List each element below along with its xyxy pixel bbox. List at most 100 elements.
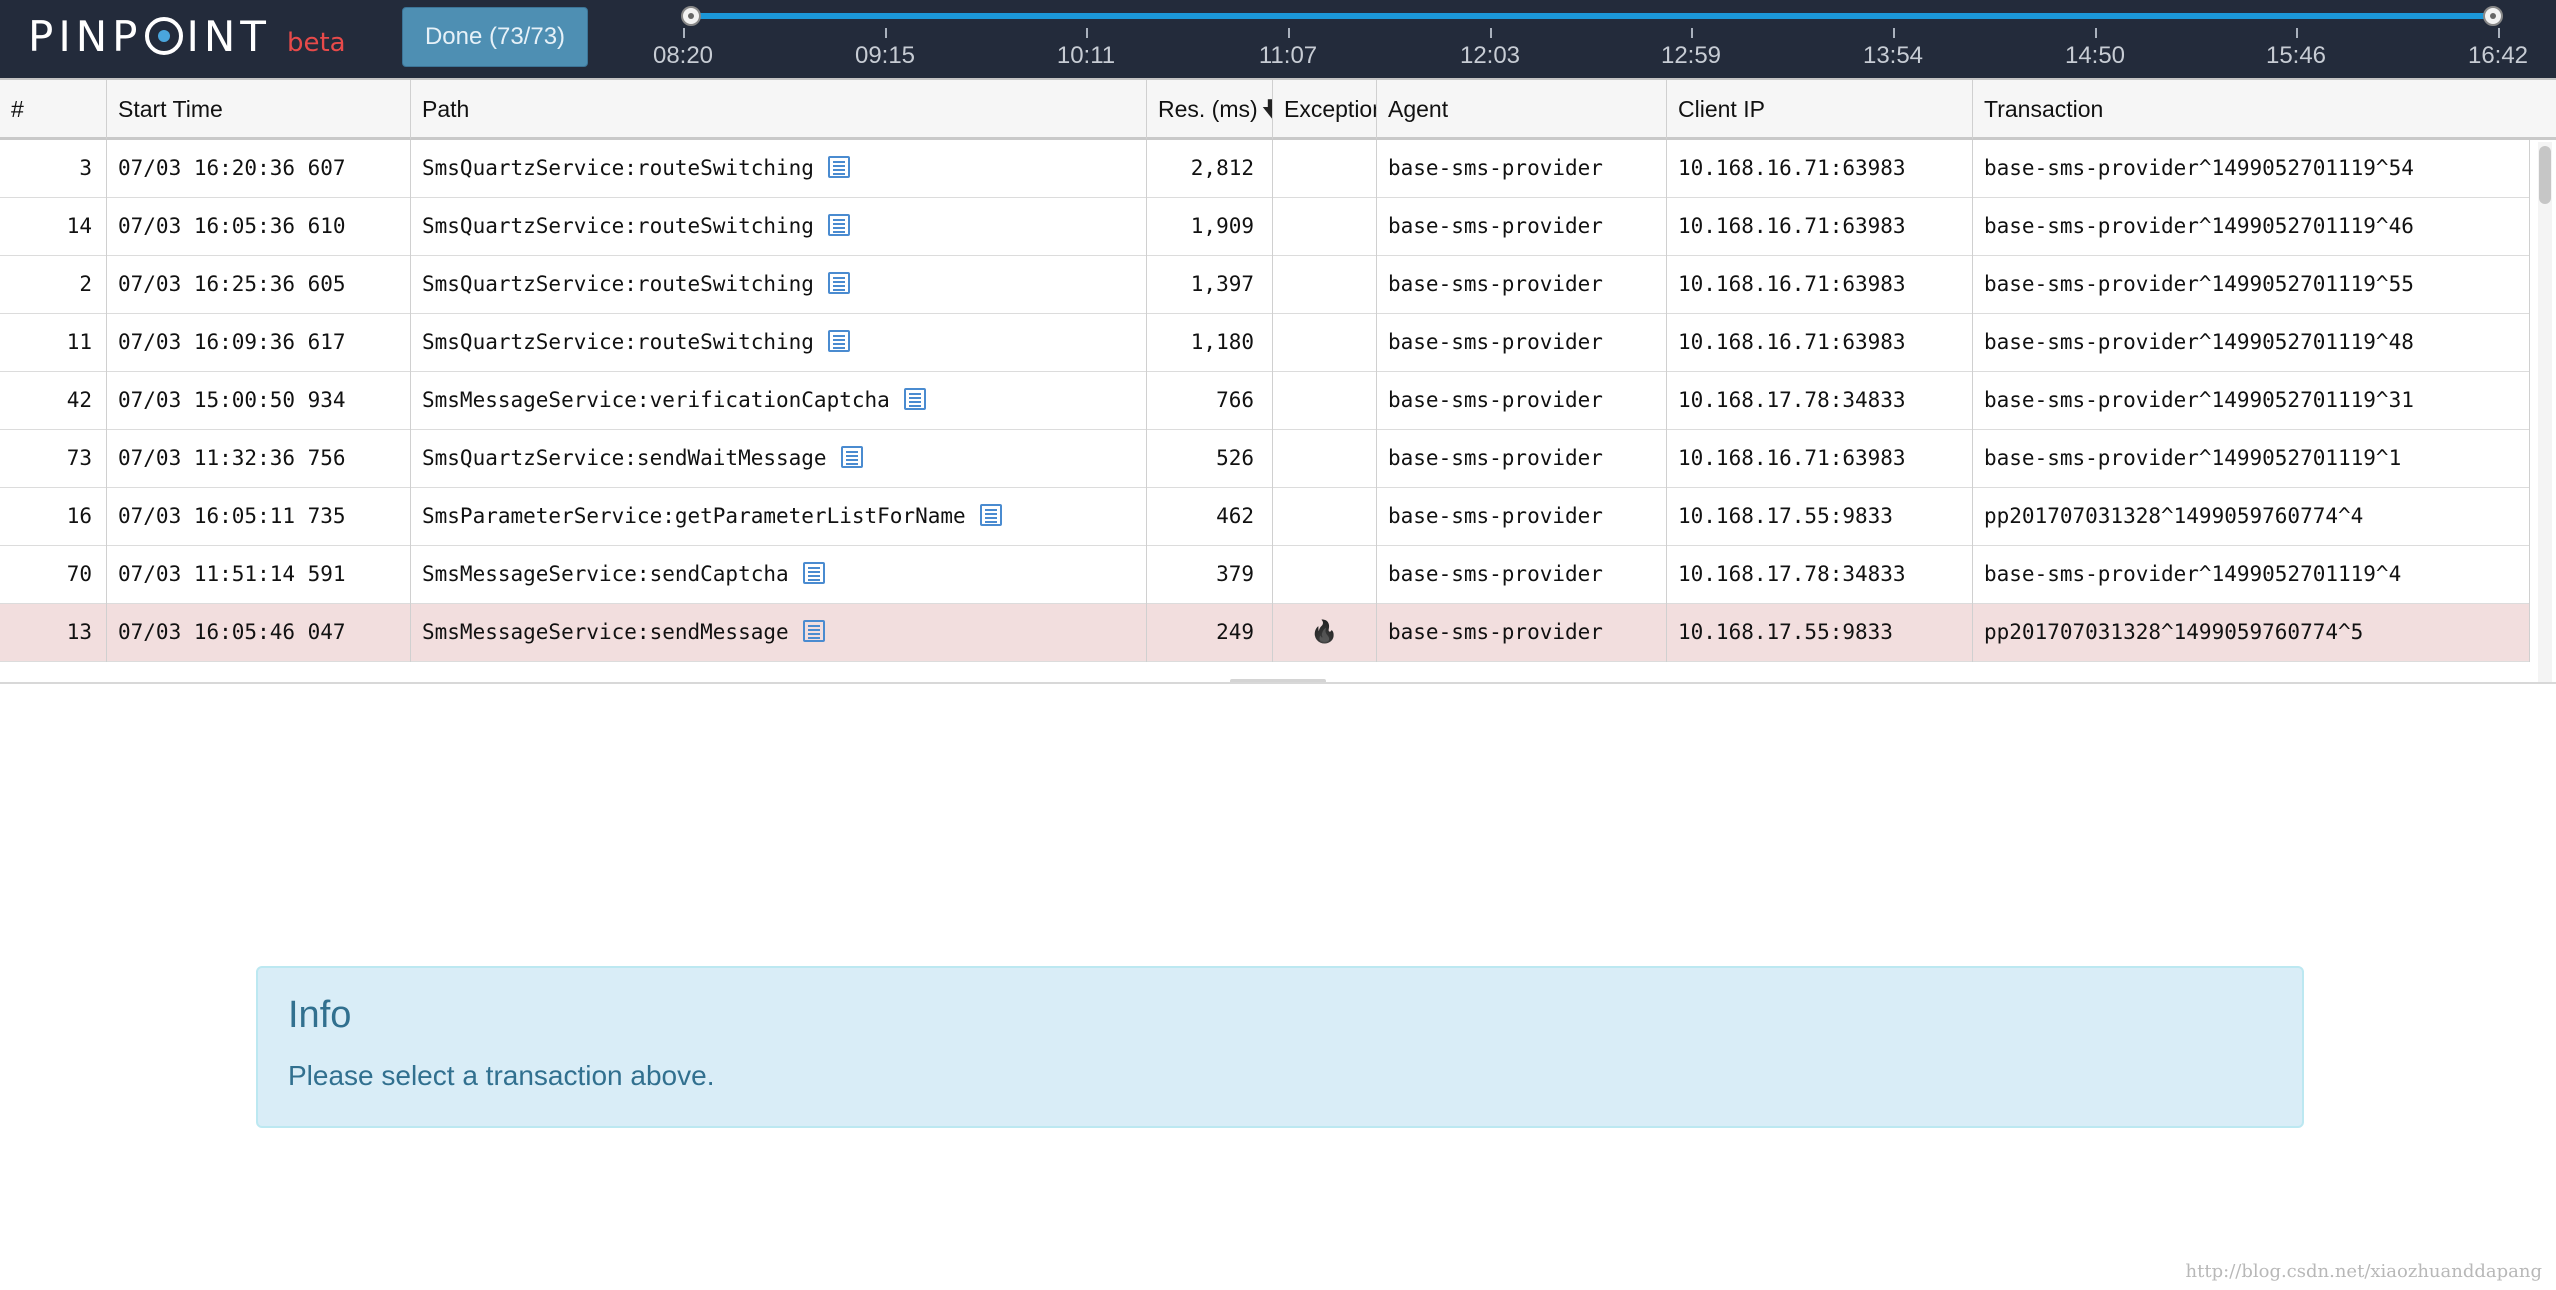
timeline-label: 16:42 [2467,42,2529,69]
cell-agent: base-sms-provider [1377,198,1667,256]
table-row[interactable]: 70 07/03 11:51:14 591 SmsMessageService:se… [0,546,2530,604]
transaction-grid: # Start Time Path Res. (ms)🡇 Exception A… [0,78,2556,684]
column-header-index[interactable]: # [0,80,107,139]
table-row[interactable]: 42 07/03 15:00:50 934 SmsMessageService:ve… [0,372,2530,430]
cell-response-time: 1,397 [1147,256,1273,314]
cell-start-time: 07/03 16:05:36 610 [107,198,411,256]
cell-start-time: 07/03 16:25:36 605 [107,256,411,314]
cell-transaction: base-sms-provider^1499052701119^1 [1973,430,2530,488]
cell-exception [1273,256,1377,314]
watermark: http://blog.csdn.net/xiaozhuanddapang [2185,1261,2542,1282]
column-header-exception[interactable]: Exception [1273,80,1377,139]
column-header-agent[interactable]: Agent [1377,80,1667,139]
time-range-track[interactable] [683,13,2501,19]
column-header-response-time[interactable]: Res. (ms)🡇 [1147,80,1273,139]
cell-agent: base-sms-provider [1377,372,1667,430]
path-text: SmsQuartzService:routeSwitching [422,330,814,354]
path-text: SmsQuartzService:routeSwitching [422,272,814,296]
cell-response-time: 766 [1147,372,1273,430]
pinpoint-logo[interactable]: PINP INT beta [28,12,346,62]
call-stack-list-icon[interactable] [827,272,850,294]
cell-transaction: base-sms-provider^1499052701119^4 [1973,546,2530,604]
call-stack-list-icon[interactable] [827,156,850,178]
cell-index: 14 [0,198,107,256]
column-header-transaction[interactable]: Transaction [1973,80,2530,139]
cell-index: 16 [0,488,107,546]
exception-fire-icon[interactable]: 🔥 [1311,605,1338,661]
cell-agent: base-sms-provider [1377,314,1667,372]
cell-index: 70 [0,546,107,604]
timeline-label: 08:20 [652,42,714,69]
cell-response-time: 249 [1147,604,1273,662]
time-range-slider[interactable]: 08:20 09:15 10:11 11:07 12:03 12:59 13:54 14:50… [653,0,2528,78]
cell-response-time: 1,180 [1147,314,1273,372]
table-row[interactable]: 11 07/03 16:09:36 617 SmsQuartzService:rou… [0,314,2530,372]
range-end-handle[interactable] [2483,6,2503,26]
cell-path: SmsMessageService:sendMessage [411,604,1147,662]
timeline-label: 10:11 [1056,42,1116,69]
cell-path: SmsMessageService:sendCaptcha [411,546,1147,604]
pane-resize-handle[interactable] [1230,679,1326,682]
table-row[interactable]: 3 07/03 16:20:36 607 SmsQuartzService:rout… [0,140,2530,198]
cell-client-ip: 10.168.16.71:63983 [1667,430,1973,488]
timeline-tick [885,28,887,38]
cell-client-ip: 10.168.17.55:9833 [1667,604,1973,662]
table-row[interactable]: 16 07/03 16:05:11 735 SmsParameterService:… [0,488,2530,546]
cell-client-ip: 10.168.16.71:63983 [1667,198,1973,256]
cell-transaction: base-sms-provider^1499052701119^54 [1973,140,2530,198]
cell-start-time: 07/03 15:00:50 934 [107,372,411,430]
timeline-tick [2498,28,2500,38]
cell-transaction: base-sms-provider^1499052701119^55 [1973,256,2530,314]
range-start-handle[interactable] [681,6,701,26]
path-text: SmsParameterService:getParameterListForN… [422,504,966,528]
call-stack-list-icon[interactable] [802,620,825,642]
path-text: SmsQuartzService:routeSwitching [422,214,814,238]
beta-badge: beta [286,28,346,58]
path-text: SmsMessageService:sendMessage [422,620,789,644]
cell-index: 11 [0,314,107,372]
cell-agent: base-sms-provider [1377,140,1667,198]
cell-index: 2 [0,256,107,314]
cell-agent: base-sms-provider [1377,546,1667,604]
cell-path: SmsQuartzService:routeSwitching [411,198,1147,256]
cell-exception [1273,488,1377,546]
call-stack-list-icon[interactable] [802,562,825,584]
call-stack-list-icon[interactable] [979,504,1002,526]
cell-start-time: 07/03 11:32:36 756 [107,430,411,488]
cell-response-time: 2,812 [1147,140,1273,198]
timeline-tick [2095,28,2097,38]
cell-path: SmsParameterService:getParameterListForN… [411,488,1147,546]
info-panel: Info Please select a transaction above. [256,966,2304,1128]
table-row[interactable]: 73 07/03 11:32:36 756 SmsQuartzService:sen… [0,430,2530,488]
cell-index: 3 [0,140,107,198]
cell-exception [1273,430,1377,488]
call-stack-list-icon[interactable] [903,388,926,410]
cell-exception [1273,198,1377,256]
cell-client-ip: 10.168.16.71:63983 [1667,140,1973,198]
done-progress-button[interactable]: Done (73/73) [402,7,588,67]
table-row[interactable]: 13 07/03 16:05:46 047 SmsMessageService:se… [0,604,2530,662]
grid-vertical-scrollbar[interactable] [2538,142,2552,682]
column-header-path[interactable]: Path [411,80,1147,139]
cell-start-time: 07/03 16:09:36 617 [107,314,411,372]
cell-transaction: base-sms-provider^1499052701119^31 [1973,372,2530,430]
scrollbar-thumb[interactable] [2539,146,2551,204]
column-header-client-ip[interactable]: Client IP [1667,80,1973,139]
call-stack-list-icon[interactable] [827,214,850,236]
path-text: SmsQuartzService:routeSwitching [422,156,814,180]
timeline-label: 12:03 [1459,42,1521,69]
cell-client-ip: 10.168.16.71:63983 [1667,314,1973,372]
column-header-start-time[interactable]: Start Time [107,80,411,139]
timeline-tick [1288,28,1290,38]
timeline-tick [1490,28,1492,38]
timeline-tick [1893,28,1895,38]
cell-path: SmsQuartzService:routeSwitching [411,314,1147,372]
info-message: Please select a transaction above. [288,1060,715,1091]
table-row[interactable]: 2 07/03 16:25:36 605 SmsQuartzService:rout… [0,256,2530,314]
sort-descending-icon: 🡇 [1262,80,1272,139]
call-stack-list-icon[interactable] [827,330,850,352]
table-row[interactable]: 14 07/03 16:05:36 610 SmsQuartzService:rou… [0,198,2530,256]
call-stack-list-icon[interactable] [840,446,863,468]
path-text: SmsQuartzService:sendWaitMessage [422,446,827,470]
path-text: SmsMessageService:verificationCaptcha [422,388,890,412]
